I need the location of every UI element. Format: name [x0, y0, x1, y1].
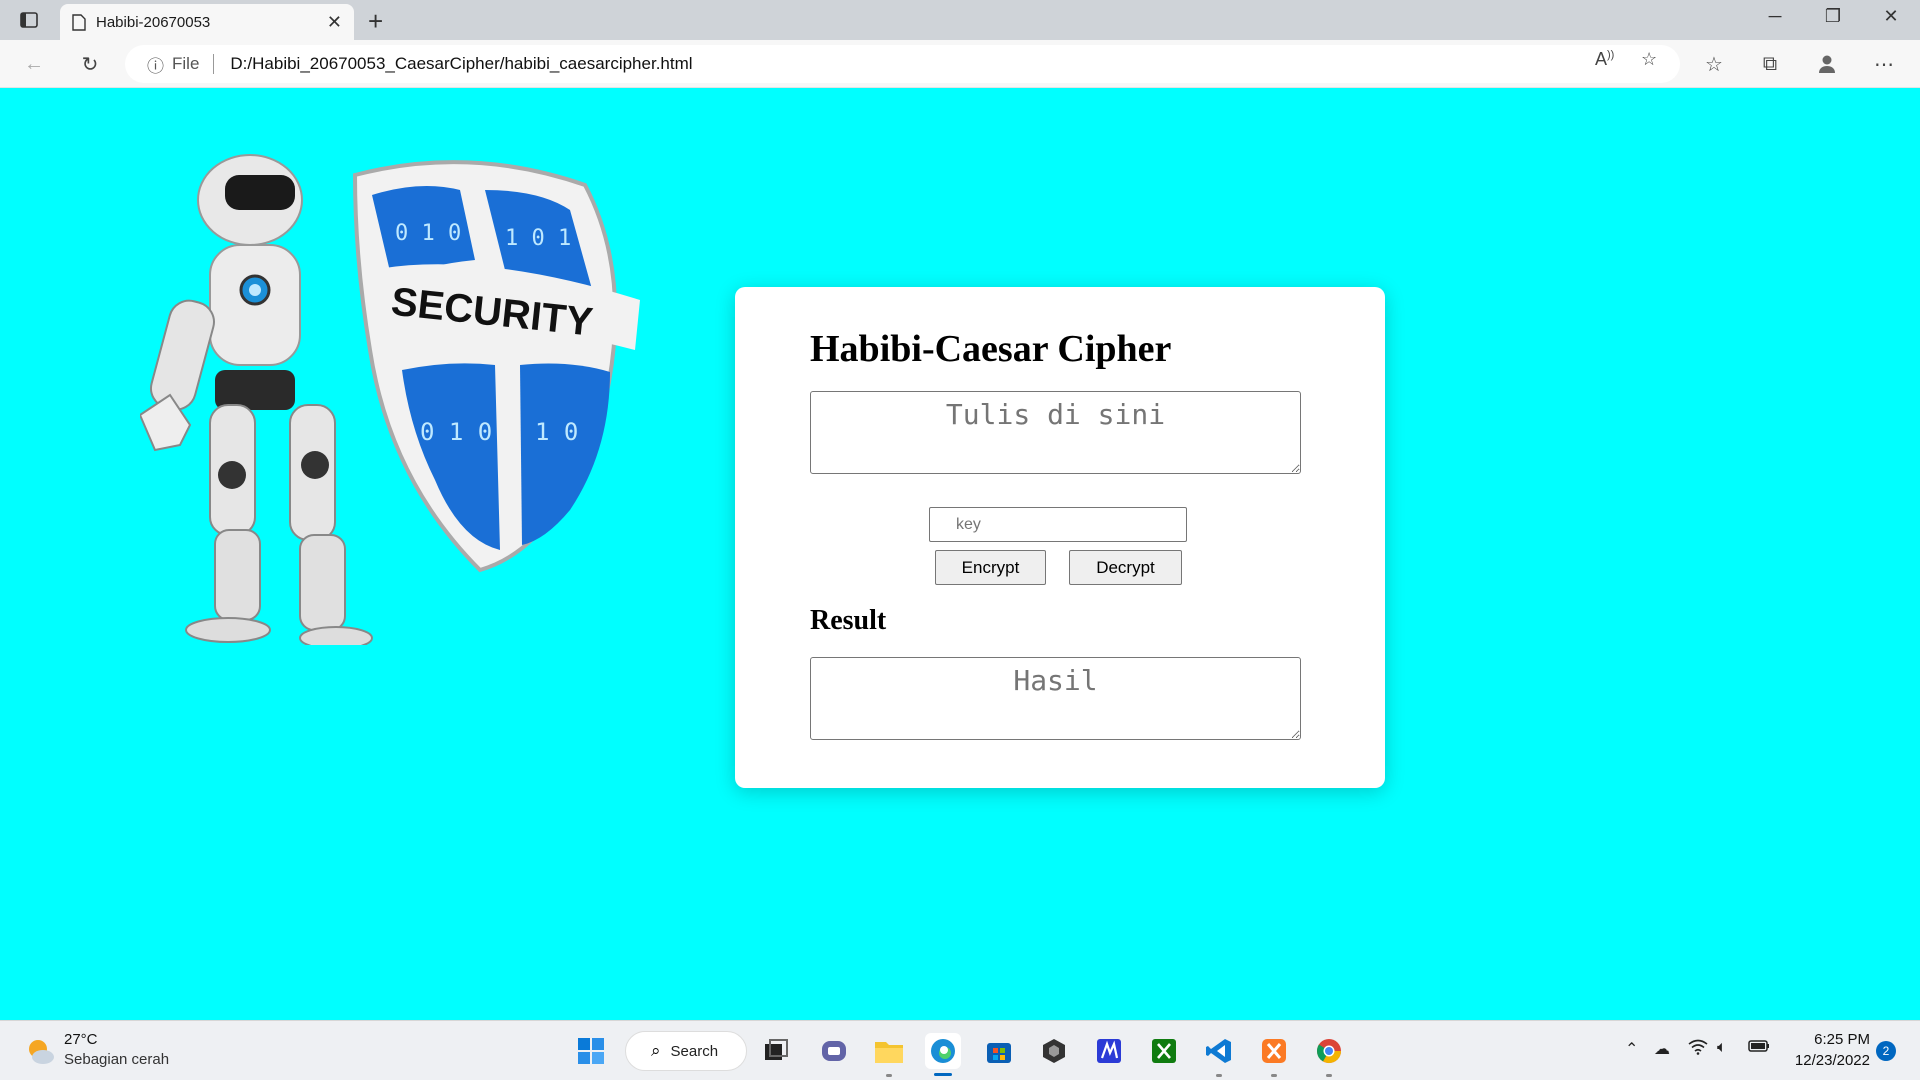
show-hidden-icons-icon[interactable]: ⌃: [1625, 1039, 1638, 1059]
clock-date[interactable]: 12/23/2022: [1786, 1052, 1870, 1069]
encrypt-button[interactable]: Encrypt: [935, 550, 1046, 585]
xampp-running-indicator: [1271, 1074, 1277, 1077]
tab-close-icon[interactable]: ✕: [327, 12, 342, 33]
chrome-icon[interactable]: [1311, 1033, 1347, 1069]
clock-time[interactable]: 6:25 PM: [1808, 1031, 1870, 1048]
battery-icon[interactable]: [1748, 1039, 1770, 1058]
refresh-icon[interactable]: ↻: [76, 50, 104, 78]
task-view-icon[interactable]: [758, 1033, 794, 1069]
new-tab-icon[interactable]: +: [368, 6, 383, 37]
teams-chat-icon[interactable]: [816, 1033, 852, 1069]
profile-icon[interactable]: [1813, 50, 1841, 78]
volume-icon[interactable]: 🔈︎: [1717, 1039, 1727, 1057]
search-icon: ⌕: [651, 1041, 661, 1060]
explorer-running-indicator: [886, 1074, 892, 1077]
key-input[interactable]: [929, 507, 1187, 542]
minimize-icon[interactable]: ─: [1752, 6, 1798, 27]
onedrive-cloud-icon[interactable]: ☁: [1654, 1039, 1670, 1059]
robot-security-image: SECURITY 0 1 0 1 0 1 0 1 0 1 0: [140, 154, 640, 645]
decrypt-button[interactable]: Decrypt: [1069, 550, 1182, 585]
close-window-icon[interactable]: ✕: [1868, 6, 1914, 27]
weather-temperature: 27°C: [64, 1031, 98, 1048]
page-title: Habibi-Caesar Cipher: [810, 328, 1172, 370]
taskbar-search[interactable]: ⌕ Search: [625, 1031, 747, 1071]
security-shield: SECURITY 0 1 0 1 0 1 0 1 0 1 0: [352, 160, 640, 573]
restore-icon[interactable]: ❐: [1810, 6, 1856, 27]
wifi-icon[interactable]: [1688, 1039, 1708, 1060]
browser-navbar: ← ↻ ⓘ File D:/Habibi_20670053_CaesarCiph…: [0, 40, 1920, 88]
svg-text:0 1 0: 0 1 0: [420, 418, 492, 446]
tab-title: Habibi-20670053: [96, 13, 211, 31]
svg-text:0 1 0: 0 1 0: [395, 221, 461, 246]
xbox-icon[interactable]: [1146, 1033, 1182, 1069]
back-icon[interactable]: ←: [20, 50, 48, 78]
robot-figure: [140, 154, 373, 645]
taskbar: 27°C Sebagian cerah ⌕ Search ⌃ ☁ 🔈︎ 6:25…: [0, 1020, 1920, 1080]
address-bar[interactable]: ⓘ File D:/Habibi_20670053_CaesarCipher/h…: [125, 45, 1680, 83]
weather-partly-sunny-icon[interactable]: [24, 1035, 56, 1067]
cipher-card: Habibi-Caesar Cipher Encrypt Decrypt Res…: [735, 287, 1385, 788]
chrome-running-indicator: [1326, 1074, 1332, 1077]
svg-text:1 0: 1 0: [535, 418, 578, 446]
vscode-icon[interactable]: [1201, 1033, 1237, 1069]
add-favorite-icon[interactable]: ☆: [1641, 49, 1657, 70]
more-menu-icon[interactable]: ⋯: [1870, 50, 1898, 78]
weather-description: Sebagian cerah: [64, 1051, 170, 1068]
edge-browser-icon[interactable]: [925, 1033, 961, 1069]
read-aloud-icon[interactable]: A)): [1595, 49, 1614, 70]
start-windows-icon[interactable]: [573, 1033, 609, 1069]
xampp-icon[interactable]: [1256, 1033, 1292, 1069]
search-label: Search: [670, 1042, 719, 1060]
info-icon[interactable]: ⓘ: [147, 52, 164, 77]
unity-hub-icon[interactable]: [1036, 1033, 1072, 1069]
microsoft-store-icon[interactable]: [981, 1033, 1017, 1069]
result-output[interactable]: [810, 657, 1301, 740]
file-explorer-icon[interactable]: [871, 1033, 907, 1069]
browser-tabbar: Habibi-20670053 ✕ + ─ ❐ ✕: [0, 0, 1920, 40]
vscode-running-indicator: [1216, 1074, 1222, 1077]
svg-text:1 0 1: 1 0 1: [505, 226, 571, 251]
page-icon: [72, 13, 86, 31]
address-url[interactable]: D:/Habibi_20670053_CaesarCipher/habibi_c…: [230, 54, 692, 74]
collections-icon[interactable]: ⧉: [1756, 50, 1784, 78]
browser-tab[interactable]: Habibi-20670053 ✕: [60, 4, 354, 40]
tab-actions-icon[interactable]: [18, 9, 40, 31]
result-heading: Result: [810, 605, 887, 636]
notification-badge[interactable]: 2: [1876, 1041, 1896, 1061]
plaintext-input[interactable]: [810, 391, 1301, 474]
app-m-icon[interactable]: [1091, 1033, 1127, 1069]
address-divider: [213, 54, 215, 74]
address-scheme: File: [172, 54, 200, 73]
favorites-icon[interactable]: ☆: [1700, 50, 1728, 78]
edge-active-indicator: [934, 1073, 952, 1076]
